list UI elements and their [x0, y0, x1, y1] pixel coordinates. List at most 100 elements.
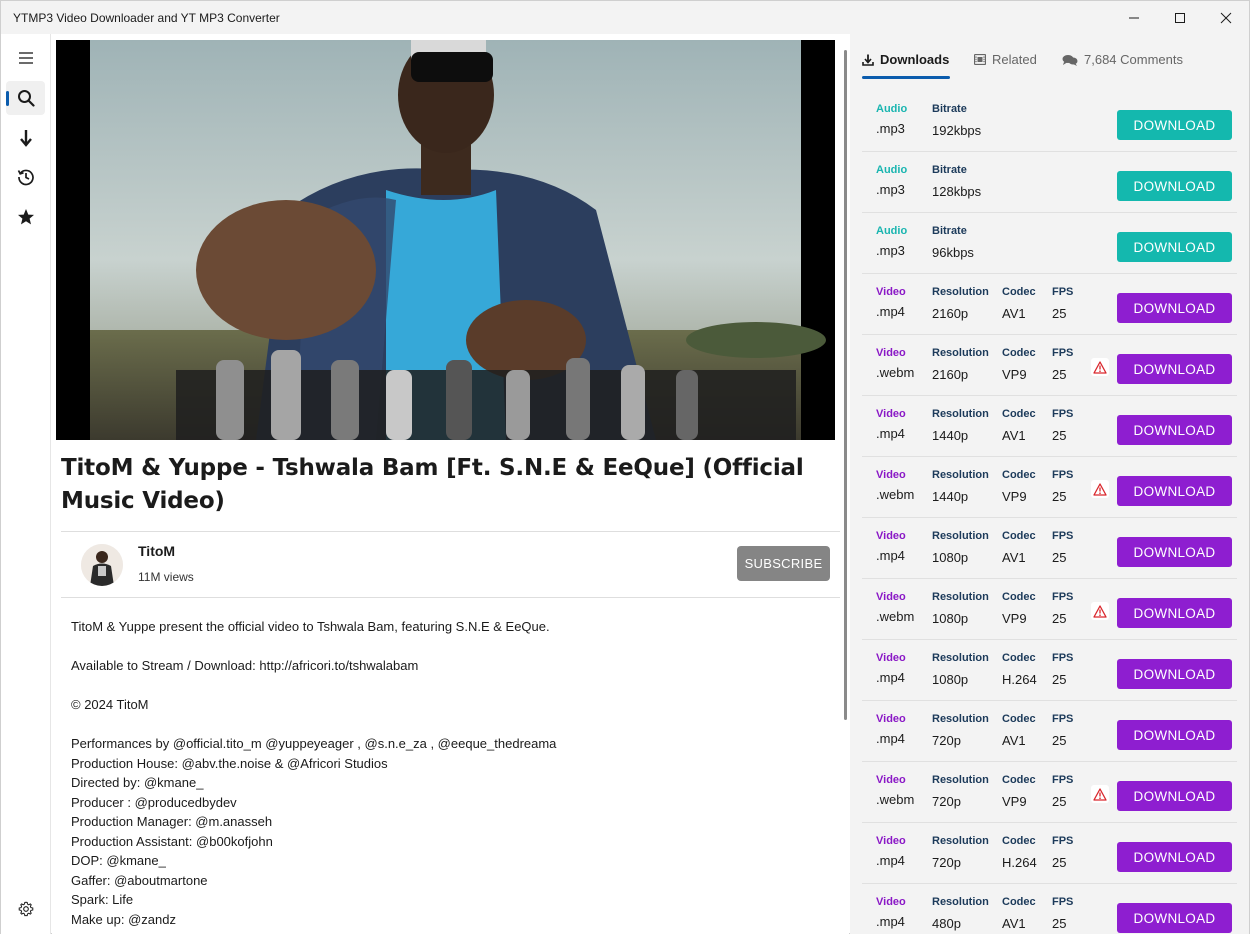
nav-settings-button[interactable] — [6, 892, 45, 926]
codec-label: Codec — [1002, 408, 1036, 420]
minimize-icon — [1129, 17, 1139, 18]
resolution-value: 2160p — [932, 306, 969, 321]
resolution-value: 2160p — [932, 367, 969, 382]
download-row: Video .mp4 Resolution 1080p Codec AV1 FPS 25 DOW… — [862, 518, 1237, 579]
download-button[interactable]: DOWNLOAD — [1117, 842, 1232, 872]
codec-value: VP9 — [1002, 367, 1027, 382]
download-row: Video .webm Resolution 720p Codec VP9 FPS 25 DOW… — [862, 762, 1237, 823]
nav-favorites-button[interactable] — [6, 200, 45, 234]
file-extension: .mp3 — [876, 121, 905, 136]
download-button[interactable]: DOWNLOAD — [1117, 171, 1232, 201]
bitrate-value: 128kbps — [932, 184, 982, 199]
nav-downloads-button[interactable] — [6, 121, 45, 155]
file-extension: .webm — [876, 792, 915, 807]
codec-value: H.264 — [1002, 855, 1037, 870]
download-row: Audio .mp3 Bitrate 128kbps DOWNLOAD — [862, 152, 1237, 213]
maximize-button[interactable] — [1157, 1, 1203, 34]
tab-downloads[interactable]: Downloads — [862, 52, 949, 67]
file-extension: .webm — [876, 487, 915, 502]
channel-avatar[interactable] — [81, 544, 123, 586]
fps-value: 25 — [1052, 916, 1067, 931]
description-line: Gaffer: @aboutmartone — [71, 872, 208, 888]
codec-label: Codec — [1002, 713, 1036, 725]
description-line: Spark: Life — [71, 892, 134, 907]
description-line: Production Manager: @m.anasseh — [71, 814, 273, 829]
file-extension: .mp4 — [876, 670, 905, 685]
download-button[interactable]: DOWNLOAD — [1117, 537, 1232, 567]
download-button[interactable]: DOWNLOAD — [1117, 415, 1232, 445]
description-line: Make up: @zandz — [71, 911, 176, 927]
format-type-label: Video — [876, 530, 906, 542]
download-button[interactable]: DOWNLOAD — [1117, 476, 1232, 506]
nav-history-button[interactable] — [6, 160, 45, 194]
codec-label: Codec — [1002, 896, 1036, 908]
format-type-label: Audio — [876, 225, 908, 237]
download-button[interactable]: DOWNLOAD — [1117, 232, 1232, 262]
download-button[interactable]: DOWNLOAD — [1117, 598, 1232, 628]
format-type-label: Video — [876, 774, 906, 786]
minimize-button[interactable] — [1111, 1, 1157, 34]
codec-label: Codec — [1002, 591, 1036, 603]
film-icon — [974, 54, 986, 65]
warning-badge[interactable] — [1091, 602, 1109, 620]
tab-related-label: Related — [992, 52, 1037, 67]
download-row: Audio .mp3 Bitrate 192kbps DOWNLOAD — [862, 91, 1237, 152]
warning-triangle-icon — [1093, 482, 1107, 496]
fps-label: FPS — [1052, 896, 1074, 908]
format-type-label: Video — [876, 469, 906, 481]
resolution-label: Resolution — [932, 408, 989, 420]
scrollbar[interactable] — [844, 50, 847, 720]
tab-bar: Downloads Related 7,684 Comments — [850, 34, 1249, 82]
download-row: Video .webm Resolution 1080p Codec VP9 FPS 25 DO… — [862, 579, 1237, 640]
nav-search-button[interactable] — [6, 81, 45, 115]
video-player[interactable] — [56, 40, 835, 440]
download-button[interactable]: DOWNLOAD — [1117, 720, 1232, 750]
download-row: Video .mp4 Resolution 1080p Codec H.264 FPS 25 D… — [862, 640, 1237, 701]
download-row: Audio .mp3 Bitrate 96kbps DOWNLOAD — [862, 213, 1237, 274]
resolution-label: Resolution — [932, 347, 989, 359]
fps-label: FPS — [1052, 591, 1074, 603]
warning-triangle-icon — [1093, 604, 1107, 618]
file-extension: .mp3 — [876, 243, 905, 258]
format-type-label: Audio — [876, 103, 908, 115]
download-row: Video .webm Resolution 1440p Codec VP9 FPS 25 DO… — [862, 457, 1237, 518]
download-button[interactable]: DOWNLOAD — [1117, 110, 1232, 140]
close-icon — [1220, 12, 1232, 23]
resolution-label: Resolution — [932, 774, 989, 786]
fps-label: FPS — [1052, 713, 1074, 725]
download-button[interactable]: DOWNLOAD — [1117, 903, 1232, 933]
format-type-label: Video — [876, 347, 906, 359]
fps-value: 25 — [1052, 855, 1067, 870]
fps-value: 25 — [1052, 367, 1067, 382]
subscribe-button[interactable]: SUBSCRIBE — [737, 546, 830, 581]
format-type-label: Video — [876, 713, 906, 725]
codec-label: Codec — [1002, 774, 1036, 786]
download-button[interactable]: DOWNLOAD — [1117, 293, 1232, 323]
nav-menu-button[interactable] — [6, 41, 45, 75]
download-arrow-icon — [19, 130, 32, 147]
resolution-value: 1080p — [932, 672, 969, 687]
file-extension: .mp4 — [876, 853, 905, 868]
tab-related[interactable]: Related — [974, 52, 1037, 67]
codec-value: AV1 — [1002, 733, 1026, 748]
warning-badge[interactable] — [1091, 480, 1109, 498]
description-line: DOP: @kmane_ — [71, 853, 166, 868]
download-list: Audio .mp3 Bitrate 192kbps DOWNLOAD Audio .mp3… — [862, 91, 1237, 934]
close-button[interactable] — [1203, 1, 1249, 34]
download-button[interactable]: DOWNLOAD — [1117, 781, 1232, 811]
tab-downloads-label: Downloads — [880, 52, 950, 67]
warning-badge[interactable] — [1091, 785, 1109, 803]
fps-label: FPS — [1052, 469, 1074, 481]
codec-value: AV1 — [1002, 428, 1026, 443]
download-row: Video .mp4 Resolution 2160p Codec AV1 FPS 25 DOW… — [862, 274, 1237, 335]
channel-name[interactable]: TitoM — [138, 543, 175, 559]
download-button[interactable]: DOWNLOAD — [1117, 354, 1232, 384]
fps-label: FPS — [1052, 408, 1074, 420]
codec-label: Codec — [1002, 347, 1036, 359]
tab-comments[interactable]: 7,684 Comments — [1062, 52, 1183, 67]
warning-triangle-icon — [1093, 787, 1107, 801]
download-button[interactable]: DOWNLOAD — [1117, 659, 1232, 689]
format-type-label: Video — [876, 408, 906, 420]
fps-label: FPS — [1052, 347, 1074, 359]
warning-badge[interactable] — [1091, 358, 1109, 376]
